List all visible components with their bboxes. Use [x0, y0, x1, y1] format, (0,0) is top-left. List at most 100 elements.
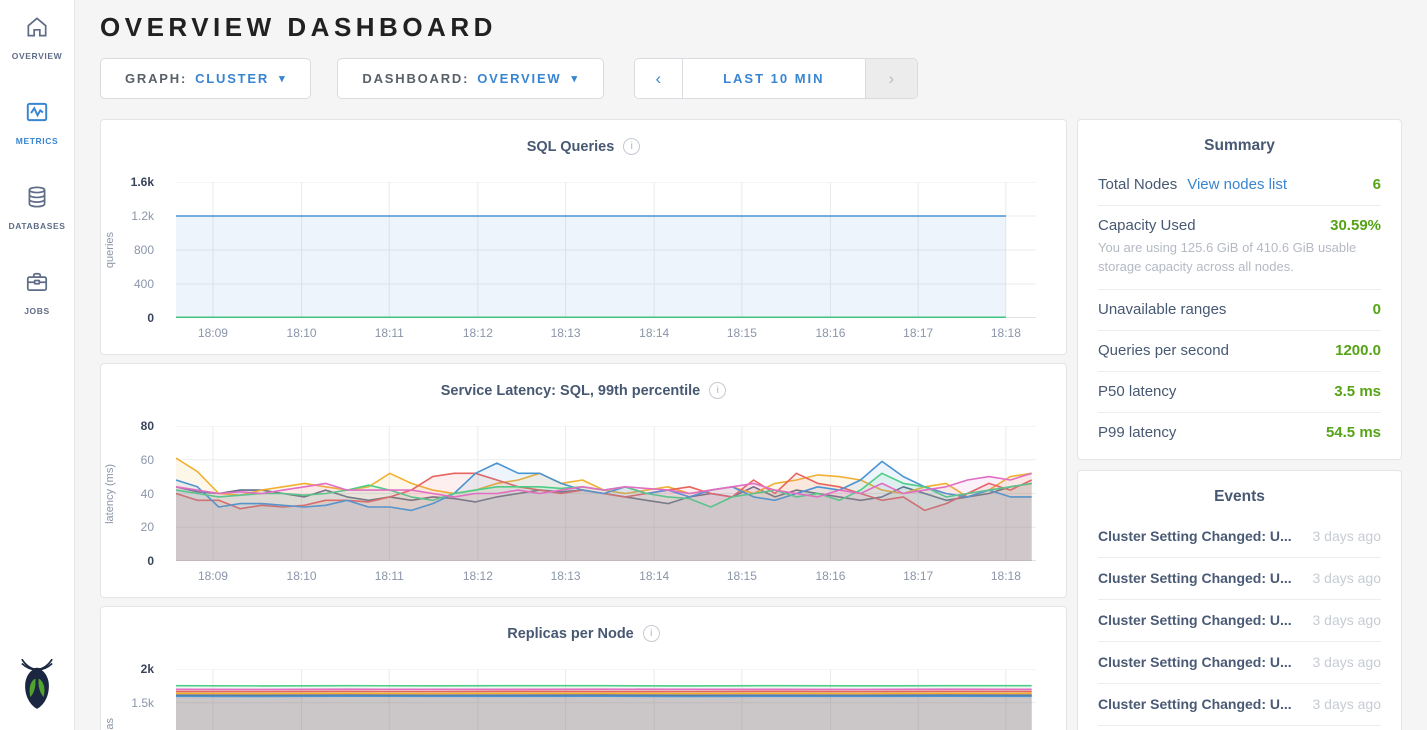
main-content: OVERVIEW DASHBOARD GRAPH: CLUSTER ▾ DASH… [75, 0, 1427, 730]
time-next-button[interactable]: › [865, 59, 917, 98]
sidebar-item-label: JOBS [24, 306, 50, 316]
chevron-left-icon: ‹ [655, 69, 661, 89]
y-axis-unit-label: replicas [104, 718, 116, 730]
summary-value: 6 [1373, 176, 1381, 193]
summary-value: 0 [1373, 301, 1381, 318]
event-label: Cluster Setting Changed: U... [1098, 612, 1292, 628]
page-title: OVERVIEW DASHBOARD [100, 12, 1402, 43]
event-time: 3 days ago [1313, 570, 1382, 586]
chevron-right-icon: › [888, 69, 894, 89]
info-icon[interactable]: i [643, 625, 660, 642]
database-icon [24, 184, 50, 215]
summary-label: Unavailable ranges [1098, 301, 1226, 318]
y-axis-unit-label: latency (ms) [104, 464, 116, 524]
y-tick-label: 1.5k [131, 696, 154, 710]
x-tick-label: 18:11 [375, 569, 404, 583]
chart-panel-replicas: Replicas per Node i 05001k1.5k2kreplicas… [100, 606, 1067, 730]
event-time: 3 days ago [1313, 696, 1382, 712]
summary-row: Unavailable ranges 0 [1098, 289, 1381, 330]
x-tick-label: 18:17 [903, 326, 933, 340]
info-icon[interactable]: i [623, 138, 640, 155]
y-tick-label: 400 [134, 277, 154, 291]
metrics-icon [24, 99, 50, 130]
dashboard-dropdown[interactable]: DASHBOARD: OVERVIEW ▾ [337, 58, 603, 99]
x-tick-label: 18:16 [815, 569, 845, 583]
summary-row: P50 latency3.5 ms [1098, 371, 1381, 412]
event-row: Cluster Setting Changed: U...3 days ago [1098, 599, 1381, 641]
time-range-button[interactable]: LAST 10 MIN [683, 59, 865, 98]
y-tick-label: 20 [141, 520, 154, 534]
time-prev-button[interactable]: ‹ [635, 59, 683, 98]
event-label: Cluster Setting Changed: U... [1098, 654, 1292, 670]
graph-dropdown-value: CLUSTER [195, 71, 269, 86]
y-tick-label: 1.6k [131, 175, 154, 189]
summary-row: Total Nodes View nodes list 6 [1098, 165, 1381, 205]
x-tick-label: 18:10 [287, 326, 317, 340]
summary-row: P99 latency 54.5 ms [1098, 412, 1381, 453]
x-tick-label: 18:11 [375, 326, 404, 340]
info-icon[interactable]: i [709, 382, 726, 399]
x-tick-label: 18:13 [551, 326, 581, 340]
y-tick-label: 80 [141, 419, 154, 433]
summary-label: Queries per second [1098, 342, 1229, 359]
chart-panel-sql-queries: SQL Queries i 04008001.2k1.6kqueries18:0… [100, 119, 1067, 355]
event-row: Cluster Setting Changed: U... 3 days ago [1098, 683, 1381, 725]
y-tick-label: 60 [141, 453, 154, 467]
summary-caption: You are using 125.6 GiB of 410.6 GiB usa… [1098, 239, 1381, 277]
graph-dropdown-label: GRAPH: [125, 71, 187, 86]
event-row: Cluster Setting Changed: U... 3 days ago [1098, 641, 1381, 683]
sidebar-item-label: METRICS [16, 136, 58, 146]
x-tick-label: 18:12 [463, 326, 493, 340]
summary-value: 3.5 ms [1334, 383, 1381, 400]
replicas-chart[interactable]: 05001k1.5k2kreplicas18:0918:1018:1118:12… [176, 669, 1034, 730]
summary-label: Total Nodes [1098, 176, 1177, 193]
x-tick-label: 18:13 [551, 569, 581, 583]
x-tick-label: 18:09 [198, 326, 228, 340]
event-label: Cluster Setting Changed: U... [1098, 696, 1292, 712]
sidebar-item-overview[interactable]: OVERVIEW [12, 14, 62, 61]
y-tick-label: 2k [141, 662, 154, 676]
sidebar-item-jobs[interactable]: JOBS [24, 269, 50, 316]
graph-dropdown[interactable]: GRAPH: CLUSTER ▾ [100, 58, 311, 99]
dashboard-dropdown-value: OVERVIEW [477, 71, 561, 86]
right-column: Summary Total NodesView nodes list6Capac… [1077, 119, 1402, 730]
home-icon [24, 14, 50, 45]
y-tick-label: 1.2k [131, 209, 154, 223]
x-tick-label: 18:17 [903, 569, 933, 583]
events-panel: Events Cluster Setting Changed: U... 3 da… [1077, 470, 1402, 730]
sidebar-item-label: DATABASES [8, 221, 65, 231]
event-label: Cluster Setting Changed: U... [1098, 528, 1292, 544]
y-tick-label: 800 [134, 243, 154, 257]
summary-panel: Summary Total NodesView nodes list6Capac… [1077, 119, 1402, 460]
x-axis: 18:0918:1018:1118:1218:1318:1418:1518:16… [176, 318, 1036, 344]
summary-row: Capacity Used30.59%You are using 125.6 G… [1098, 205, 1381, 289]
x-tick-label: 18:09 [198, 569, 228, 583]
event-row: Cluster Setting Changed: U...3 days ago [1098, 516, 1381, 557]
x-tick-label: 18:15 [727, 326, 757, 340]
sidebar-item-label: OVERVIEW [12, 51, 62, 61]
summary-label: P99 latency [1098, 424, 1176, 441]
y-tick-label: 0 [147, 554, 154, 568]
summary-value: 30.59% [1330, 217, 1381, 234]
x-tick-label: 18:12 [463, 569, 493, 583]
chart-title: Service Latency: SQL, 99th percentile [441, 383, 701, 399]
service-latency-chart[interactable]: 020406080latency (ms)18:0918:1018:1118:1… [176, 426, 1034, 587]
x-tick-label: 18:15 [727, 569, 757, 583]
sidebar-item-databases[interactable]: DATABASES [8, 184, 65, 231]
events-title: Events [1098, 471, 1381, 516]
x-tick-label: 18:14 [639, 569, 669, 583]
chart-panel-service-latency: Service Latency: SQL, 99th percentile i … [100, 363, 1067, 598]
x-tick-label: 18:14 [639, 326, 669, 340]
chevron-down-icon: ▾ [571, 72, 578, 85]
summary-value: 54.5 ms [1326, 424, 1381, 441]
charts-column: SQL Queries i 04008001.2k1.6kqueries18:0… [100, 119, 1067, 730]
briefcase-icon [24, 269, 50, 300]
event-label: Cluster Setting Changed: U... [1098, 570, 1292, 586]
sidebar-item-metrics[interactable]: METRICS [16, 99, 58, 146]
cockroach-logo[interactable] [15, 657, 59, 716]
event-row: Cluster Setting Changed: U... 3 days ago [1098, 557, 1381, 599]
chevron-down-icon: ▾ [279, 72, 286, 85]
event-time: 3 days ago [1313, 654, 1382, 670]
sql-queries-chart[interactable]: 04008001.2k1.6kqueries18:0918:1018:1118:… [176, 182, 1034, 344]
view-nodes-link[interactable]: View nodes list [1187, 176, 1287, 193]
